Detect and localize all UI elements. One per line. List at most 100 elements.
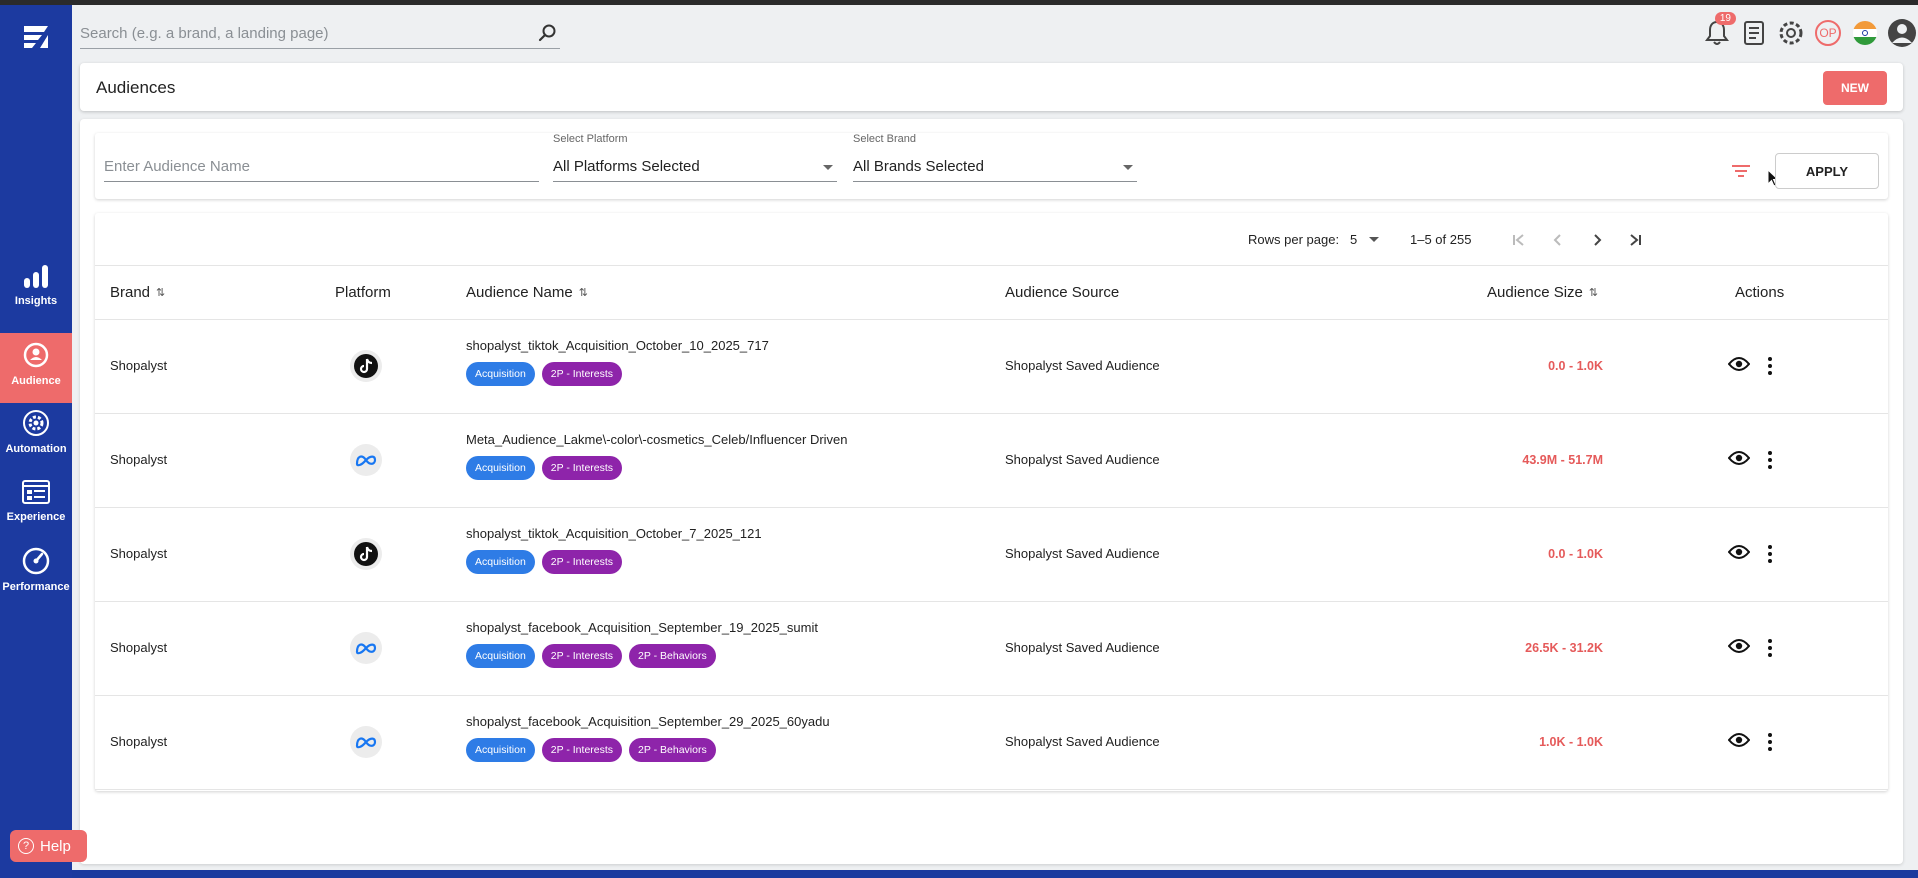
first-page-button[interactable] [1507,228,1531,252]
sidebar-item-audience[interactable]: Audience [0,333,72,403]
main-area: Search (e.g. a brand, a landing page) 19 [72,5,1918,870]
view-eye-icon[interactable] [1728,544,1750,560]
browser-icon [22,480,50,504]
column-label: Audience Name [466,284,573,301]
audience-tags: Acquisition 2P - Interests [466,362,629,386]
audience-tag: Acquisition [466,456,535,480]
more-options-icon[interactable] [1766,638,1774,658]
platform-cell [350,632,382,664]
settings-button[interactable] [1775,17,1807,49]
audience-tag: 2P - Interests [541,362,623,386]
user-avatar-icon [1888,19,1916,47]
document-icon [1744,21,1764,45]
column-label: Brand [110,284,151,301]
apply-button[interactable]: APPLY [1775,153,1879,189]
gear-icon [1779,21,1803,45]
table-row[interactable]: Shopalyst Meta_Audience_Lakme\-color\-cos… [95,414,1888,508]
header-icons: 19 OP [1696,12,1918,49]
platform-cell [350,726,382,758]
filter-icon[interactable] [1731,163,1751,179]
platform-cell [350,350,382,382]
audience-source-cell: Shopalyst Saved Audience [1005,640,1160,655]
notifications-button[interactable]: 19 [1701,12,1736,49]
chevron-right-icon [1594,234,1602,246]
more-options-icon[interactable] [1766,544,1774,564]
audience-source-cell: Shopalyst Saved Audience [1005,546,1160,561]
sidebar-item-label: Experience [6,511,66,523]
bar-chart-icon [24,265,48,288]
page-header-card: Audiences NEW [80,63,1903,111]
sort-icon[interactable]: ⇅ [1589,286,1598,299]
sort-icon[interactable]: ⇅ [579,286,588,299]
first-page-icon [1513,234,1524,246]
more-options-icon[interactable] [1766,732,1774,752]
table-row[interactable]: Shopalyst shopalyst_tiktok_Acquisition_Oc… [95,508,1888,602]
audience-name-cell: shopalyst_tiktok_Acquisition_October_10_… [466,338,769,353]
audience-tag: 2P - Interests [541,738,623,762]
last-page-icon [1630,234,1641,246]
more-options-icon[interactable] [1766,356,1774,376]
audience-size-cell: 1.0K - 1.0K [1539,735,1603,749]
gear-icon [23,410,49,436]
table-row[interactable]: Shopalyst shopalyst_facebook_Acquisition_… [95,696,1888,790]
table-header: Brand ⇅ Platform Audience Name ⇅ Audience … [95,266,1888,320]
audience-tags: Acquisition 2P - Interests 2P - Behaviors [466,644,723,668]
column-header-platform: Platform [335,284,391,301]
audience-name-cell: shopalyst_facebook_Acquisition_September… [466,714,830,729]
column-label: Actions [1735,284,1785,301]
view-eye-icon[interactable] [1728,732,1750,748]
user-initials-avatar: OP [1815,20,1841,46]
sidebar-item-experience[interactable]: Experience [0,479,72,541]
sidebar-item-label: Audience [11,375,61,387]
audience-name-cell: shopalyst_facebook_Acquisition_September… [466,620,818,635]
sidebar-item-performance[interactable]: Performance [0,547,72,609]
table-row[interactable]: Shopalyst shopalyst_tiktok_Acquisition_Oc… [95,320,1888,414]
audience-size-cell: 43.9M - 51.7M [1522,453,1603,467]
more-options-icon[interactable] [1766,450,1774,470]
column-header-audience-name[interactable]: Audience Name ⇅ [466,284,588,301]
help-button[interactable]: ? Help [10,830,87,862]
account-button[interactable] [1886,17,1918,49]
reports-button[interactable] [1738,17,1770,49]
view-eye-icon[interactable] [1728,638,1750,654]
chevron-down-icon [1123,165,1133,170]
audience-name-field[interactable]: Enter Audience Name [104,154,539,182]
chevron-down-icon [1369,237,1379,242]
sidebar-item-automation[interactable]: Automation [0,409,72,471]
region-flag-button[interactable] [1849,17,1881,49]
new-audience-button[interactable]: NEW [1823,71,1887,105]
platform-cell [350,538,382,570]
audience-source-cell: Shopalyst Saved Audience [1005,452,1160,467]
audience-tag: Acquisition [466,644,535,668]
next-page-button[interactable] [1585,228,1609,252]
app-logo[interactable] [20,23,52,51]
brand-cell: Shopalyst [110,734,168,749]
sidebar-item-insights[interactable]: Insights [0,263,72,325]
chevron-down-icon [823,165,833,170]
column-header-brand[interactable]: Brand ⇅ [110,284,165,301]
audience-tag: 2P - Behaviors [629,738,716,762]
sort-icon[interactable]: ⇅ [156,286,165,299]
search-input[interactable]: Search (e.g. a brand, a landing page) [80,19,560,49]
audience-name-placeholder: Enter Audience Name [104,158,250,175]
india-flag-icon [1853,21,1877,45]
audience-size-cell: 0.0 - 1.0K [1548,547,1603,561]
audience-tag: 2P - Interests [541,644,623,668]
audience-tags: Acquisition 2P - Interests [466,550,629,574]
column-header-audience-size[interactable]: Audience Size ⇅ [1487,284,1598,301]
chevron-left-icon [1553,234,1561,246]
column-label: Audience Size [1487,284,1583,301]
rows-per-page-select[interactable]: 5 [1350,232,1357,247]
view-eye-icon[interactable] [1728,356,1750,372]
profile-initials-button[interactable]: OP [1812,17,1844,49]
table-row[interactable]: Shopalyst shopalyst_facebook_Acquisition_… [95,602,1888,696]
platform-select[interactable]: Select Platform All Platforms Selected [553,133,837,182]
brand-cell: Shopalyst [110,546,168,561]
content-card: Enter Audience Name Select Platform All … [80,119,1903,864]
audience-tag: 2P - Interests [541,456,623,480]
view-eye-icon[interactable] [1728,450,1750,466]
brand-select[interactable]: Select Brand All Brands Selected [853,133,1137,182]
previous-page-button[interactable] [1546,228,1570,252]
search-icon[interactable] [538,23,558,43]
last-page-button[interactable] [1623,228,1647,252]
